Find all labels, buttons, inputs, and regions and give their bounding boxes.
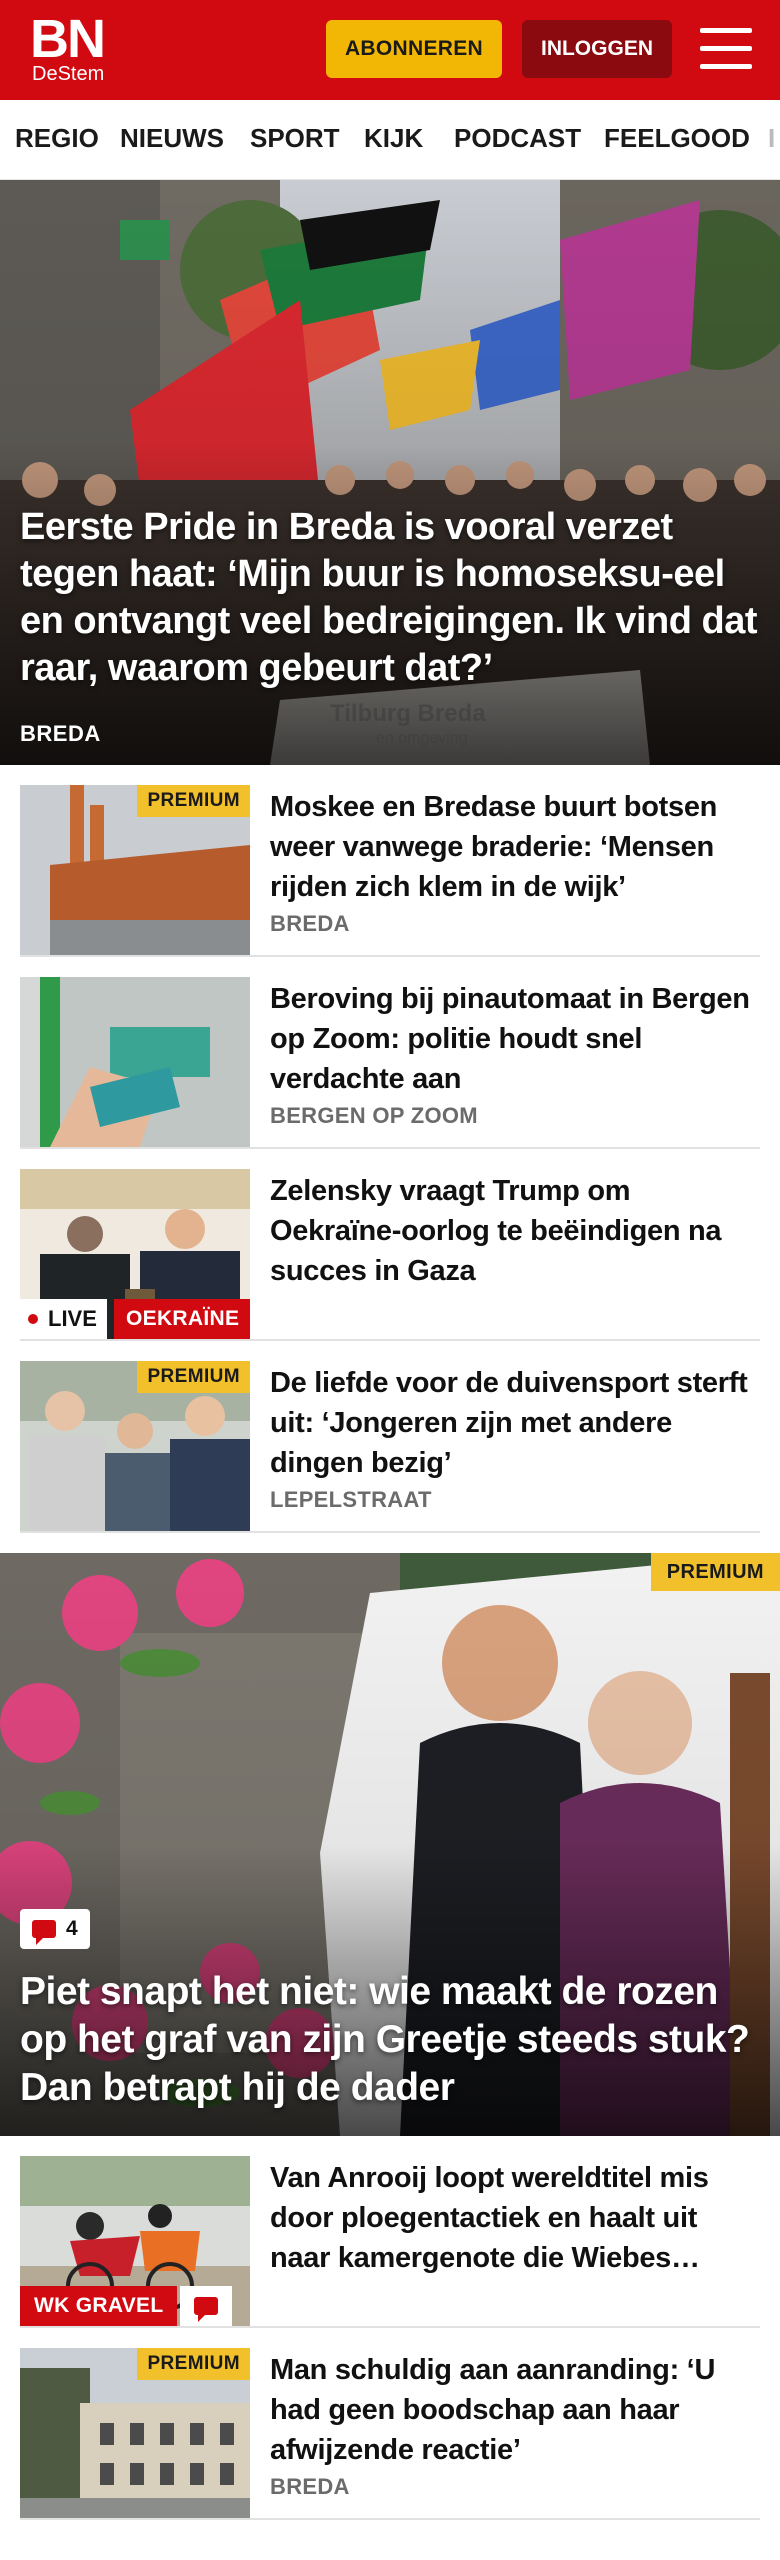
article-region: BREDA (270, 911, 350, 936)
premium-badge: PREMIUM (650, 1553, 780, 1591)
article-thumbnail: LIVE OEKRAÏNE (20, 1169, 250, 1339)
article-thumbnail: PREMIUM (20, 2348, 250, 2518)
nav-item-sport[interactable]: SPORT (250, 100, 340, 179)
article-region: BERGEN OP ZOOM (270, 1103, 478, 1128)
article-title[interactable]: Van Anrooij loopt wereldtitel mis door p… (270, 2158, 760, 2278)
article-title[interactable]: Moskee en Bredase buurt botsen weer vanw… (270, 787, 760, 907)
nav-item-kijk[interactable]: KIJK (364, 100, 423, 179)
live-badge: LIVE (20, 1299, 107, 1339)
login-button[interactable]: INLOGGEN (522, 20, 672, 78)
topic-tag[interactable]: WK GRAVEL (20, 2286, 178, 2326)
article-title[interactable]: Zelensky vraagt Trump om Oekraïne-oorlog… (270, 1171, 760, 1291)
subscribe-button[interactable]: ABONNEREN (326, 20, 502, 78)
premium-badge: PREMIUM (137, 785, 250, 817)
site-header: BN DeStem ABONNEREN INLOGGEN (0, 0, 780, 100)
article-thumbnail: PREMIUM (20, 785, 250, 955)
logo-sub-text: DeStem (32, 63, 105, 85)
article-thumbnail (20, 977, 250, 1147)
article-thumbnail: PREMIUM (20, 1361, 250, 1531)
menu-icon[interactable] (700, 26, 752, 72)
main-nav: REGIO NIEUWS SPORT KIJK PODCAST FEELGOOD… (0, 100, 780, 180)
nav-item-nieuws[interactable]: NIEUWS (120, 100, 224, 179)
article-title[interactable]: Beroving bij pinautomaat in Bergen op Zo… (270, 979, 760, 1099)
comment-icon (194, 2297, 218, 2322)
nav-item-podcast[interactable]: PODCAST (454, 100, 581, 179)
list-item[interactable]: Beroving bij pinautomaat in Bergen op Zo… (20, 957, 760, 1149)
live-label: LIVE (48, 1306, 97, 1331)
hero-banner-subtext: en omgeving (376, 730, 468, 747)
article-title[interactable]: Man schuldig aan aanranding: ‘U had geen… (270, 2350, 760, 2470)
article-thumbnail: WK GRAVEL (20, 2156, 250, 2326)
list-item[interactable]: WK GRAVEL Van Anrooij loopt wereldtitel … (20, 2136, 760, 2328)
comment-count-badge[interactable]: 4 (20, 1909, 90, 1949)
hero-region: BREDA (20, 721, 101, 746)
premium-badge: PREMIUM (137, 1361, 250, 1393)
list-item[interactable]: PREMIUM Man schuldig aan aanranding: ‘U … (20, 2328, 760, 2520)
article-region: BREDA (270, 2474, 350, 2499)
feature-title[interactable]: Piet snapt het niet: wie maakt de rozen … (20, 1968, 765, 2112)
list-item[interactable]: PREMIUM De liefde voor de duivensport st… (20, 1341, 760, 1533)
hero-article[interactable]: Tilburg Breda en omgeving Eerste Pride i… (0, 180, 780, 765)
atm-image (20, 977, 250, 1147)
article-region: LEPELSTRAAT (270, 1487, 432, 1512)
hero-banner-text: Tilburg Breda (330, 700, 486, 727)
article-title[interactable]: De liefde voor de duivensport sterft uit… (270, 1363, 760, 1483)
feature-article[interactable]: PREMIUM 4 Piet snapt het niet: wie maakt… (0, 1553, 780, 2136)
list-item[interactable]: LIVE OEKRAÏNE Zelensky vraagt Trump om O… (20, 1149, 760, 1341)
nav-item-overflow[interactable]: I (768, 100, 775, 179)
logo-main-text: BN (30, 9, 106, 69)
nav-item-feelgood[interactable]: FEELGOOD (604, 100, 750, 179)
comment-icon (32, 1920, 56, 1945)
list-item[interactable]: PREMIUM Moskee en Bredase buurt botsen w… (20, 765, 760, 957)
topic-tag[interactable]: OEKRAÏNE (114, 1299, 250, 1339)
comment-count: 4 (66, 1917, 78, 1940)
hero-title[interactable]: Eerste Pride in Breda is vooral verzet t… (20, 504, 760, 692)
nav-item-regio[interactable]: REGIO (15, 100, 99, 179)
live-dot-icon (28, 1314, 38, 1324)
premium-badge: PREMIUM (137, 2348, 250, 2380)
comment-badge[interactable] (180, 2286, 232, 2326)
site-logo[interactable]: BN DeStem (30, 9, 106, 85)
